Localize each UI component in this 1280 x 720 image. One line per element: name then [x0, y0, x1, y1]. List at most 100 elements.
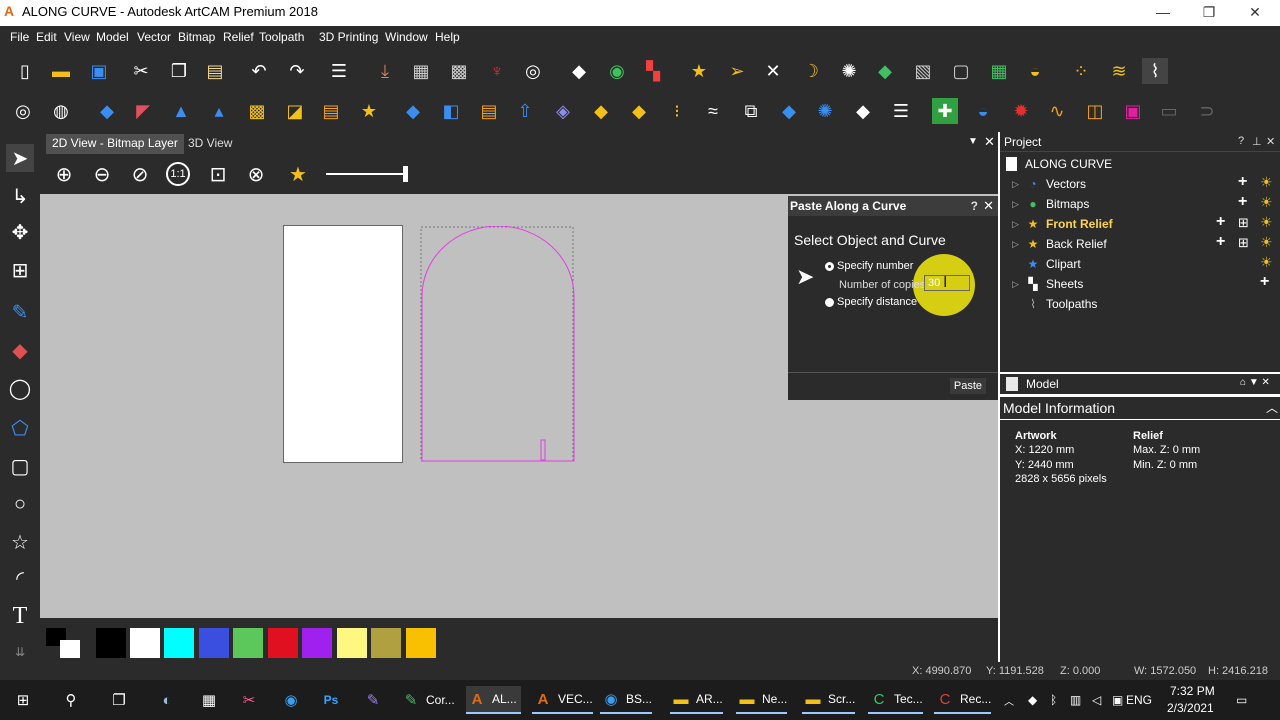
tray-app-icon[interactable]: ▣	[1112, 686, 1123, 714]
pyramid-icon[interactable]: ▲	[168, 98, 194, 124]
star-icon[interactable]: ☆	[6, 528, 34, 556]
front-relief-grid-icon[interactable]: ⊞	[1238, 215, 1249, 231]
redo-icon[interactable]: ↷	[284, 58, 310, 84]
tree-vectors[interactable]: Vectors	[1046, 177, 1086, 191]
taskbar-app-artcam-along[interactable]: A AL...	[466, 686, 521, 714]
add-layer-icon[interactable]: ◆	[588, 98, 614, 124]
bitmaps-visibility-icon[interactable]: ☀	[1260, 194, 1273, 211]
frame-icon[interactable]: ▢	[948, 58, 974, 84]
clock-time[interactable]: 7:32 PM	[1170, 684, 1215, 698]
zoom-1-1-icon[interactable]: 1:1	[166, 162, 190, 186]
move-icon[interactable]: ✥	[6, 218, 34, 246]
node-select-icon[interactable]: ↳	[6, 182, 34, 210]
language-indicator[interactable]: ENG	[1126, 686, 1152, 714]
node-edit-icon[interactable]: ✕	[760, 58, 786, 84]
menu-view[interactable]: View	[64, 30, 90, 44]
model-info-header[interactable]: Model Information ︿	[1000, 397, 1280, 419]
flip-icon[interactable]: ◆	[850, 98, 876, 124]
clipart-visibility-icon[interactable]: ☀	[1260, 254, 1273, 271]
menu-bitmap[interactable]: Bitmap	[178, 30, 215, 44]
undo-icon[interactable]: ↶	[246, 58, 272, 84]
tab-2d-view[interactable]: 2D View - Bitmap Layer	[46, 134, 184, 154]
color-swatch[interactable]	[268, 628, 298, 658]
lamp-icon[interactable]: ♆	[484, 58, 510, 84]
shape-icon[interactable]: ◆	[400, 98, 426, 124]
blob-icon[interactable]: ◒	[970, 98, 996, 124]
taskbar-app-explorer[interactable]: ▬ Ne...	[736, 686, 788, 714]
sphere-icon[interactable]: ◍	[48, 98, 74, 124]
taskbar-app[interactable]: ◐	[156, 686, 178, 714]
tree-front-relief[interactable]: Front Relief	[1046, 217, 1113, 231]
color-swatch[interactable]	[371, 628, 401, 658]
specify-number-radio[interactable]	[825, 262, 834, 271]
tree-sheets[interactable]: Sheets	[1046, 277, 1083, 291]
smooth-icon[interactable]: ◈	[550, 98, 576, 124]
tree-back-relief[interactable]: Back Relief	[1046, 237, 1107, 251]
add-front-relief-icon[interactable]: +	[1216, 213, 1225, 231]
tray-shield-icon[interactable]: ◆	[1028, 686, 1037, 714]
tray-chevron-icon[interactable]: ︿	[1004, 686, 1014, 714]
nodes-icon[interactable]: ⁘	[1068, 58, 1094, 84]
restore-button[interactable]: ❐	[1186, 0, 1232, 24]
zoom-view-icon[interactable]: ◎	[10, 98, 36, 124]
task-view-button[interactable]: ❐	[108, 686, 130, 714]
taskbar-app-recorder[interactable]: C Rec...	[934, 686, 992, 714]
minimize-button[interactable]: —	[1140, 0, 1186, 24]
clock-date[interactable]: 2/3/2021	[1167, 701, 1214, 715]
texture-icon[interactable]: ▤	[318, 98, 344, 124]
vectors-visibility-icon[interactable]: ☀	[1260, 174, 1273, 191]
model-controls-icon[interactable]: ⌂ ▼ ✕	[1240, 377, 1270, 388]
taskbar-app-artcam-vec[interactable]: A VEC...	[532, 686, 593, 714]
mirror-icon[interactable]: ◫	[1082, 98, 1108, 124]
color-swatch[interactable]	[302, 628, 332, 658]
save-icon[interactable]: ▣	[86, 58, 112, 84]
layer-toggle-icon[interactable]: ◉	[604, 58, 630, 84]
color-select-icon[interactable]: ▚	[640, 58, 666, 84]
rectangle-icon[interactable]: ▢	[6, 452, 34, 480]
menu-3d-printing[interactable]: 3D Printing	[319, 30, 378, 44]
back-relief-grid-icon[interactable]: ⊞	[1238, 235, 1249, 251]
blue-plane-icon[interactable]: ◆	[776, 98, 802, 124]
stack-icon[interactable]: ▧	[910, 58, 936, 84]
select-arrow-icon[interactable]: ➤	[6, 144, 34, 172]
taskbar-app-camtasia[interactable]: C Tec...	[868, 686, 923, 714]
color-swatch[interactable]	[406, 628, 436, 658]
taskbar-app-coreldraw[interactable]: ✎ Cor...	[400, 686, 455, 714]
tree-clipart[interactable]: Clipart	[1046, 257, 1081, 271]
project-root[interactable]: ALONG CURVE	[1025, 157, 1112, 171]
network-icon[interactable]: ▥	[1070, 686, 1081, 714]
color-swatch[interactable]	[337, 628, 367, 658]
zoom-extents-icon[interactable]: ⊗	[242, 160, 270, 188]
wave-icon[interactable]: ≈	[700, 98, 726, 124]
add-sheet-icon[interactable]: +	[1260, 273, 1269, 291]
menu-vector[interactable]: Vector	[137, 30, 171, 44]
front-relief-visibility-icon[interactable]: ☀	[1260, 214, 1273, 231]
expand-bitmaps-icon[interactable]: ▷	[1012, 199, 1019, 210]
dialog-close-icon[interactable]: ✕	[983, 198, 994, 214]
arch-vector[interactable]	[420, 226, 576, 464]
circle-icon[interactable]: ○	[6, 490, 34, 518]
text-tool-icon[interactable]: T	[6, 602, 34, 630]
bluetooth-icon[interactable]: ᛒ	[1050, 686, 1057, 714]
taskbar-app-explorer[interactable]: ▬ Scr...	[802, 686, 856, 714]
stack-layers-icon[interactable]: ☰	[888, 98, 914, 124]
color-swatch[interactable]	[164, 628, 194, 658]
taskbar-app[interactable]: ▦	[198, 686, 220, 714]
taskbar-app-obs[interactable]: ◉ BS...	[600, 686, 653, 714]
bucket-icon[interactable]: ◒	[1022, 58, 1048, 84]
color-swatch[interactable]	[96, 628, 126, 658]
expand-vectors-icon[interactable]: ▷	[1012, 179, 1019, 190]
project-help-icon[interactable]: ?	[1238, 135, 1244, 147]
sine-icon[interactable]: ∿	[1044, 98, 1070, 124]
taskbar-app[interactable]: ✂	[238, 686, 260, 714]
zoom-slider-handle[interactable]	[403, 166, 408, 182]
import-icon[interactable]: ⤓	[372, 58, 398, 84]
close-button[interactable]: ✕	[1232, 0, 1278, 24]
secondary-color-swatch[interactable]	[60, 640, 80, 658]
copy-icon[interactable]: ❐	[166, 58, 192, 84]
zoom-in-icon[interactable]: ⊕	[50, 160, 78, 188]
project-pin-icon[interactable]: ⊥	[1252, 135, 1262, 148]
new-file-icon[interactable]: ▯	[12, 58, 38, 84]
ramp-icon[interactable]: ▤	[476, 98, 502, 124]
probe-icon[interactable]: ⁝	[664, 98, 690, 124]
